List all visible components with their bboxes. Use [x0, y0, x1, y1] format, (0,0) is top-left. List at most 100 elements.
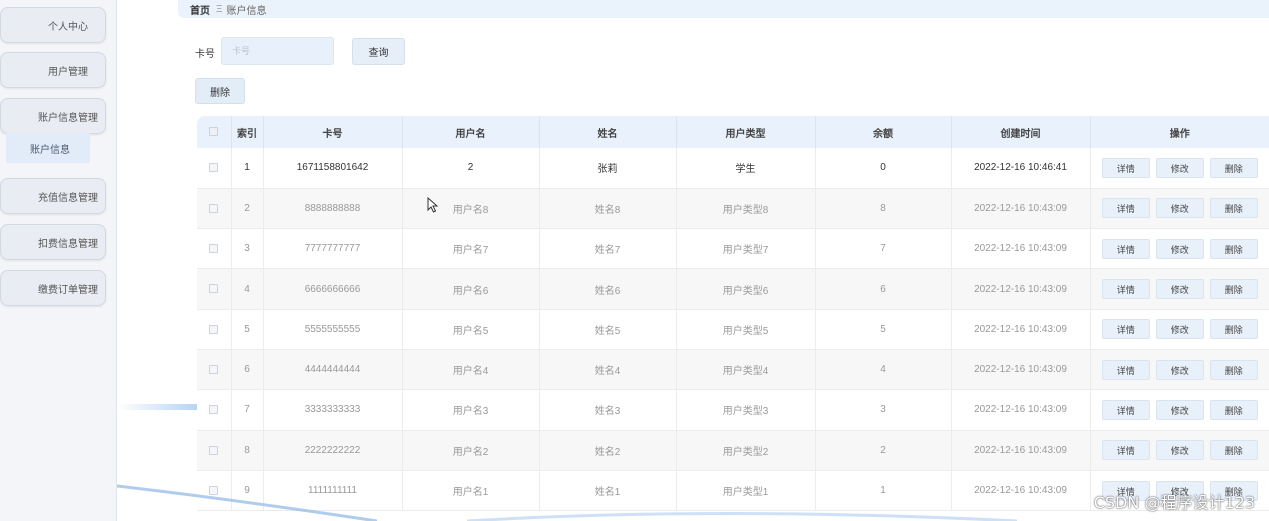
detail-button[interactable]: 详情	[1101, 440, 1150, 461]
edit-button[interactable]: 修改	[1155, 359, 1204, 380]
delete-button[interactable]: 删除	[1209, 238, 1258, 259]
table-header-row: 索引 卡号 用户名 姓名 用户类型 余额 创建时间 操作	[197, 116, 1269, 148]
card-number-input[interactable]	[221, 37, 334, 65]
header-name: 姓名	[539, 116, 677, 148]
edit-button[interactable]: 修改	[1155, 440, 1204, 461]
detail-button[interactable]: 详情	[1101, 359, 1150, 380]
row-checkbox[interactable]	[209, 324, 219, 334]
detail-button[interactable]: 详情	[1101, 319, 1150, 340]
header-index: 索引	[231, 116, 264, 148]
cell-created-time: 2022-12-16 10:46:41	[951, 148, 1091, 189]
cell-actions: 详情 修改 删除	[1090, 430, 1269, 470]
header-actions: 操作	[1169, 128, 1190, 140]
table-row: 5 5555555555 用户名5 姓名5 用户类型5 5 2022-12-16 10:43…	[197, 309, 1269, 350]
cell-username: 用户名2	[402, 430, 540, 471]
cell-balance: 3	[815, 389, 952, 431]
cell-name: 姓名6	[539, 268, 677, 310]
row-checkbox[interactable]	[209, 203, 219, 213]
edit-button[interactable]: 修改	[1155, 399, 1204, 420]
cell-username: 2	[402, 148, 540, 189]
edit-button[interactable]: 修改	[1155, 157, 1204, 178]
cell-username: 用户名4	[402, 349, 540, 390]
delete-button[interactable]: 删除	[1209, 198, 1258, 219]
cell-created-time: 2022-12-16 10:43:09	[951, 430, 1091, 471]
batch-delete-button[interactable]: 删除	[195, 78, 245, 104]
sidebar-item-deduction-management[interactable]: 扣费信息管理	[0, 224, 106, 260]
row-checkbox[interactable]	[209, 445, 219, 455]
sidebar-item-recharge-management[interactable]: 充值信息管理	[0, 178, 106, 214]
table-row: 3 7777777777 用户名7 姓名7 用户类型7 7 2022-12-16 10:43…	[197, 228, 1269, 269]
cell-balance: 6	[815, 268, 952, 310]
sidebar-item-label: 个人中心	[48, 21, 88, 33]
breadcrumb: 首页 Ξ 账户信息	[178, 0, 1269, 18]
cell-user-type: 用户类型6	[676, 268, 816, 310]
cell-balance: 7	[815, 228, 952, 269]
cell-actions: 详情 修改 删除	[1090, 309, 1269, 349]
cell-index: 8	[231, 430, 264, 471]
sidebar-item-label: 缴费订单管理	[38, 284, 98, 296]
sidebar-item-label: 账户信息管理	[38, 112, 98, 124]
cell-index: 2	[231, 188, 264, 229]
sidebar-subitem-account-info[interactable]: 账户信息	[6, 133, 90, 163]
delete-button[interactable]: 删除	[1209, 157, 1258, 178]
cell-username: 用户名8	[402, 188, 540, 229]
cell-username: 用户名1	[402, 470, 540, 511]
table-row: 7 3333333333 用户名3 姓名3 用户类型3 3 2022-12-16 10:43…	[197, 389, 1269, 431]
detail-button[interactable]: 详情	[1101, 157, 1150, 178]
cell-name: 姓名1	[539, 470, 677, 511]
cell-user-type: 用户类型4	[676, 349, 816, 390]
cell-user-type: 用户类型2	[676, 430, 816, 471]
sidebar-item-personal-center[interactable]: 个人中心	[0, 7, 106, 43]
detail-button[interactable]: 详情	[1101, 198, 1150, 219]
detail-button[interactable]: 详情	[1101, 279, 1150, 300]
edit-button[interactable]: 修改	[1155, 198, 1204, 219]
row-checkbox[interactable]	[209, 163, 219, 173]
row-checkbox[interactable]	[209, 405, 219, 415]
breadcrumb-current: 账户信息	[226, 5, 267, 17]
edit-button[interactable]: 修改	[1155, 238, 1204, 259]
sidebar-item-user-management[interactable]: 用户管理	[0, 52, 106, 88]
detail-button[interactable]: 详情	[1101, 238, 1150, 259]
delete-button[interactable]: 删除	[1209, 359, 1258, 380]
row-checkbox[interactable]	[209, 485, 219, 495]
background-wave	[117, 404, 207, 410]
cell-index: 3	[231, 228, 264, 269]
row-checkbox[interactable]	[209, 284, 219, 294]
table-row: 2 8888888888 用户名8 姓名8 用户类型8 8 2022-12-16 10:43…	[197, 188, 1269, 229]
row-checkbox[interactable]	[209, 244, 219, 254]
cell-card-number: 1671158801642	[263, 148, 403, 189]
account-table: 索引 卡号 用户名 姓名 用户类型 余额 创建时间 操作 1 1671158801…	[197, 116, 1269, 511]
cell-created-time: 2022-12-16 10:43:09	[951, 470, 1091, 511]
cell-user-type: 用户类型3	[676, 389, 816, 431]
header-card-number: 卡号	[263, 116, 403, 148]
cell-balance: 2	[815, 430, 952, 471]
cell-card-number: 6666666666	[263, 268, 403, 310]
cell-user-type: 用户类型1	[676, 470, 816, 511]
detail-button[interactable]: 详情	[1101, 399, 1150, 420]
breadcrumb-home[interactable]: 首页	[190, 2, 210, 17]
delete-button[interactable]: 删除	[1209, 440, 1258, 461]
delete-button[interactable]: 删除	[1209, 279, 1258, 300]
cell-user-type: 学生	[676, 148, 816, 189]
cell-actions: 详情 修改 删除	[1090, 390, 1269, 430]
query-button[interactable]: 查询	[352, 38, 405, 65]
edit-button[interactable]: 修改	[1155, 319, 1204, 340]
delete-button[interactable]: 删除	[1209, 399, 1258, 420]
row-checkbox[interactable]	[209, 364, 219, 374]
sidebar: 个人中心 用户管理 账户信息管理 账户信息 充值信息管理 扣费信息管理 缴费订单…	[0, 0, 117, 521]
sidebar-item-account-management[interactable]: 账户信息管理	[0, 98, 106, 134]
cell-actions: 详情 修改 删除	[1090, 188, 1269, 228]
watermark: CSDN @程序设计123	[1093, 493, 1255, 512]
cell-index: 9	[231, 470, 264, 511]
cell-name: 姓名3	[539, 389, 677, 431]
cell-card-number: 2222222222	[263, 430, 403, 471]
cell-name: 姓名5	[539, 309, 677, 350]
sidebar-item-order-management[interactable]: 缴费订单管理	[0, 270, 106, 306]
edit-button[interactable]: 修改	[1155, 279, 1204, 300]
cell-actions: 详情 修改 删除	[1090, 269, 1269, 309]
delete-button[interactable]: 删除	[1209, 319, 1258, 340]
cell-card-number: 8888888888	[263, 188, 403, 229]
header-user-type: 用户类型	[676, 116, 816, 148]
cell-card-number: 7777777777	[263, 228, 403, 269]
select-all-checkbox[interactable]	[209, 127, 219, 137]
